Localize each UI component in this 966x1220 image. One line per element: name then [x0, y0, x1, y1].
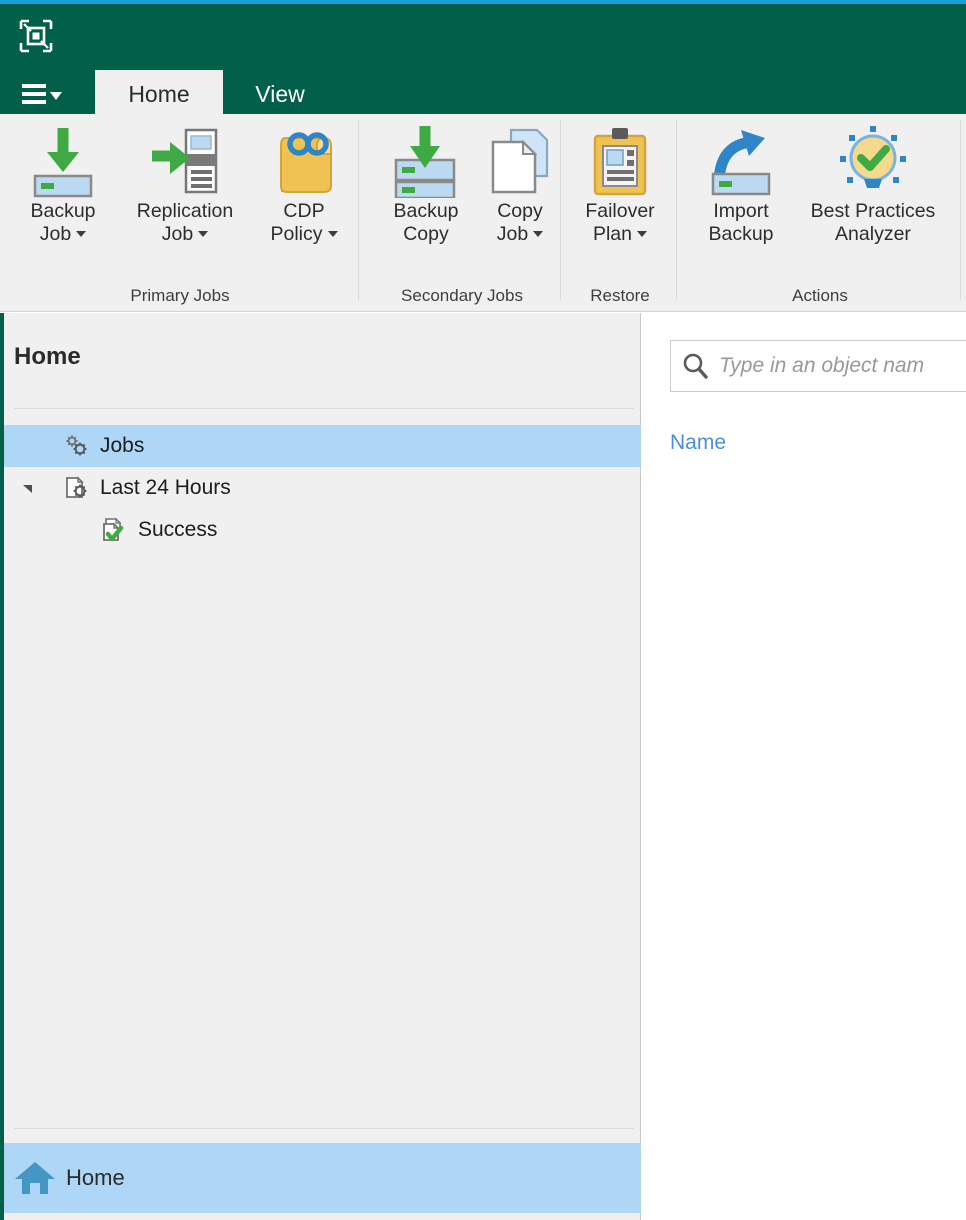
cdp-policy-button[interactable]: CDP Policy	[252, 118, 356, 270]
replication-job-label: Replication Job	[136, 200, 234, 245]
backup-job-button[interactable]: Backup Job	[8, 118, 118, 270]
replication-job-icon	[148, 122, 222, 200]
backup-copy-label: Backup Copy	[393, 200, 459, 245]
object-list-panel: Type in an object nam Name	[642, 313, 966, 1220]
column-header-name[interactable]: Name	[670, 431, 726, 455]
tab-home-label: Home	[128, 81, 190, 107]
backup-job-icon	[27, 122, 99, 200]
import-backup-button[interactable]: Import Backup	[688, 118, 794, 270]
ribbon-tab-bar: Home View	[0, 70, 966, 118]
search-icon	[671, 351, 719, 381]
best-practices-analyzer-button[interactable]: Best Practices Analyzer	[794, 118, 952, 270]
sidebar-item-last-24-hours[interactable]: Last 24 Hours	[4, 467, 641, 509]
jobs-gear-icon	[62, 431, 92, 461]
import-backup-icon	[705, 122, 777, 200]
ribbon-group-restore: Failover Plan Restore	[566, 114, 674, 312]
ribbon-separator	[960, 120, 961, 300]
ribbon-group-primary-jobs-label: Primary Jobs	[130, 286, 230, 305]
ribbon-separator	[676, 120, 677, 300]
ribbon-group-actions-label: Actions	[792, 286, 848, 305]
sidebar-item-last-24-hours-label: Last 24 Hours	[100, 476, 231, 499]
failover-plan-button[interactable]: Failover Plan	[572, 118, 668, 270]
copy-job-icon	[485, 122, 555, 200]
ribbon-group-actions: Import Backup Best Practices Analyzer Ac…	[682, 114, 958, 312]
success-icon	[100, 515, 130, 545]
main-content-area: Home Jobs Last 24 Hours Success Home Typ…	[0, 313, 966, 1220]
ribbon-group-primary-jobs: Backup Job Replication Job CDP Policy Pr…	[4, 114, 356, 312]
chevron-down-icon[interactable]	[76, 231, 87, 238]
cdp-policy-label: CDP Policy	[270, 200, 338, 245]
chevron-down-icon	[50, 91, 62, 100]
cdp-policy-icon	[267, 122, 341, 200]
sidebar-item-jobs[interactable]: Jobs	[4, 425, 641, 467]
chevron-down-icon[interactable]	[327, 231, 338, 238]
copy-job-label: Copy Job	[496, 200, 544, 245]
backup-copy-button[interactable]: Backup Copy	[374, 118, 478, 270]
sidebar-footer-home-label: Home	[66, 1165, 125, 1190]
ribbon-group-restore-label: Restore	[590, 286, 650, 305]
ribbon-toolbar: Backup Job Replication Job CDP Policy Pr…	[0, 114, 966, 312]
veeam-logo-icon	[14, 14, 58, 58]
replication-job-button[interactable]: Replication Job	[118, 118, 252, 270]
tab-view-label: View	[255, 81, 305, 107]
last-24-hours-icon	[62, 473, 92, 503]
sidebar-footer-home[interactable]: Home	[4, 1143, 641, 1213]
home-icon	[4, 1158, 66, 1198]
backup-copy-icon	[390, 122, 462, 200]
sidebar-divider	[14, 408, 634, 409]
tab-home[interactable]: Home	[95, 70, 223, 118]
sidebar-item-jobs-label: Jobs	[100, 434, 145, 457]
sidebar-footer-divider	[14, 1128, 634, 1129]
chevron-down-icon[interactable]	[637, 231, 647, 238]
navigation-tree: Jobs Last 24 Hours Success	[4, 425, 641, 551]
failover-plan-label: Failover Plan	[585, 200, 655, 245]
main-menu-button[interactable]	[22, 78, 74, 110]
failover-plan-icon	[585, 122, 655, 200]
expander-collapse-icon[interactable]	[20, 480, 36, 496]
ribbon-separator	[560, 120, 561, 300]
sidebar-item-success[interactable]: Success	[4, 509, 641, 551]
ribbon-group-secondary-jobs-label: Secondary Jobs	[401, 286, 523, 305]
ribbon-separator	[358, 120, 359, 300]
best-practices-analyzer-label: Best Practices Analyzer	[810, 200, 936, 245]
sidebar-item-success-label: Success	[138, 518, 218, 541]
best-practices-analyzer-icon	[834, 122, 912, 200]
ribbon-group-secondary-jobs: Backup Copy Copy Job Secondary Jobs	[366, 114, 558, 312]
chevron-down-icon[interactable]	[198, 231, 209, 238]
veeam-backup-replication-window: Home View Backup Job Replication Job CDP…	[0, 0, 966, 1220]
title-bar: Home View	[0, 4, 966, 118]
hamburger-menu-icon	[22, 84, 46, 104]
tab-view[interactable]: View	[232, 70, 328, 118]
import-backup-label: Import Backup	[708, 200, 774, 245]
navigation-sidebar: Home Jobs Last 24 Hours Success	[4, 313, 641, 1220]
copy-job-button[interactable]: Copy Job	[478, 118, 562, 270]
backup-job-label: Backup Job	[30, 200, 96, 245]
search-input[interactable]: Type in an object nam	[719, 354, 924, 378]
chevron-down-icon[interactable]	[533, 231, 544, 238]
search-box[interactable]: Type in an object nam	[670, 340, 966, 392]
page-title: Home	[14, 343, 81, 370]
